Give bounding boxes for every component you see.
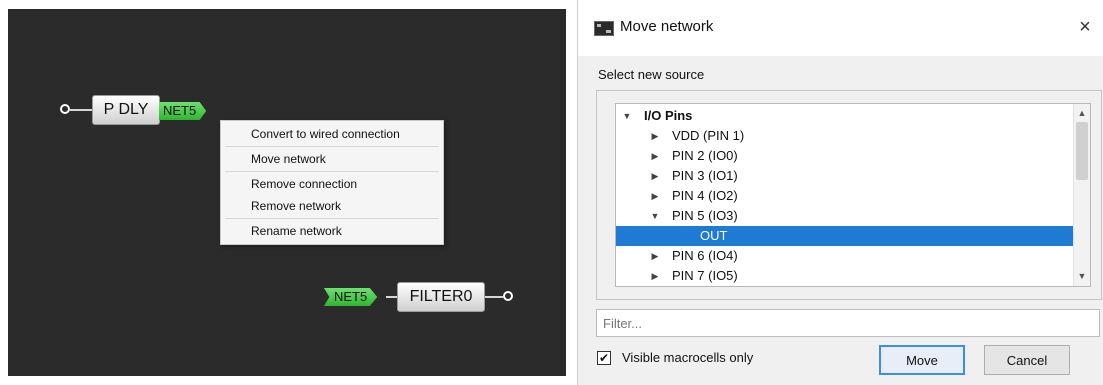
move-button[interactable]: Move	[879, 345, 965, 375]
scroll-up-icon[interactable]: ▲	[1074, 105, 1090, 121]
tree-item-vdd-pin1[interactable]: ▶ VDD (PIN 1)	[616, 126, 1073, 146]
tree-item-label: PIN 7 (IO5)	[672, 268, 738, 283]
app-chip-icon	[594, 21, 614, 36]
triangle-right-icon[interactable]: ▶	[650, 126, 660, 146]
tree-item-pin2[interactable]: ▶ PIN 2 (IO0)	[616, 146, 1073, 166]
wire	[485, 296, 503, 298]
tree-item-label: VDD (PIN 1)	[672, 128, 745, 143]
scroll-down-icon[interactable]: ▼	[1074, 268, 1090, 284]
close-icon[interactable]: ×	[1072, 14, 1098, 40]
tree-item-io-pins[interactable]: ▼ I/O Pins	[616, 106, 1073, 126]
triangle-right-icon[interactable]: ▶	[650, 146, 660, 166]
move-network-dialog: Move network × Select new source ▼ I/O P…	[577, 0, 1103, 385]
net-tag-label: NET5	[163, 103, 197, 118]
cancel-button[interactable]: Cancel	[984, 345, 1070, 375]
tree-frame: ▼ I/O Pins ▶ VDD (PIN 1) ▶ PIN 2 (IO0) ▶…	[596, 90, 1102, 300]
triangle-right-icon[interactable]: ▶	[650, 186, 660, 206]
tree-item-pin7[interactable]: ▶ PIN 7 (IO5)	[616, 266, 1073, 286]
tree-item-label: PIN 4 (IO2)	[672, 188, 738, 203]
vertical-scrollbar[interactable]: ▲ ▼	[1073, 104, 1090, 286]
output-pin-circle[interactable]	[503, 291, 513, 301]
triangle-right-icon[interactable]: ▶	[650, 166, 660, 186]
select-source-label: Select new source	[598, 67, 705, 82]
context-menu: Convert to wired connection Move network…	[220, 120, 444, 245]
visible-macrocells-checkbox[interactable]: ✔	[597, 351, 611, 365]
menu-item-convert-to-wired[interactable]: Convert to wired connection	[221, 123, 443, 145]
checkmark-icon: ✔	[598, 351, 610, 365]
menu-item-remove-connection[interactable]: Remove connection	[221, 173, 443, 195]
wire	[70, 109, 94, 111]
tree-item-label: PIN 3 (IO1)	[672, 168, 738, 183]
triangle-down-icon[interactable]: ▼	[622, 106, 632, 126]
menu-separator	[225, 218, 439, 219]
menu-separator	[225, 146, 439, 147]
dialog-titlebar: Move network ×	[578, 0, 1103, 56]
net-tag-net5-input[interactable]: NET5	[324, 288, 378, 306]
block-filter0[interactable]: FILTER0	[397, 282, 485, 312]
tree-item-label: PIN 5 (IO3)	[672, 208, 738, 223]
triangle-down-icon[interactable]: ▼	[650, 206, 660, 226]
schematic-canvas[interactable]: P DLY NET5 Convert to wired connection M…	[8, 9, 566, 376]
net-tag-net5[interactable]: NET5	[159, 102, 207, 120]
tree-item-pin6[interactable]: ▶ PIN 6 (IO4)	[616, 246, 1073, 266]
tree-item-pin5[interactable]: ▼ PIN 5 (IO3)	[616, 206, 1073, 226]
visible-macrocells-label: Visible macrocells only	[622, 350, 754, 365]
menu-item-rename-network[interactable]: Rename network	[221, 220, 443, 242]
tree-item-pin3[interactable]: ▶ PIN 3 (IO1)	[616, 166, 1073, 186]
tree-item-pin4[interactable]: ▶ PIN 4 (IO2)	[616, 186, 1073, 206]
triangle-right-icon[interactable]: ▶	[650, 246, 660, 266]
tree-item-out[interactable]: OUT	[616, 226, 1073, 246]
block-p-dly[interactable]: P DLY	[92, 95, 160, 125]
menu-item-move-network[interactable]: Move network	[221, 148, 443, 170]
menu-item-remove-network[interactable]: Remove network	[221, 195, 443, 217]
input-pin-circle[interactable]	[60, 104, 70, 114]
menu-separator	[225, 171, 439, 172]
tree-item-label: I/O Pins	[644, 108, 693, 123]
net-tag-label: NET5	[334, 289, 368, 304]
tree-item-label: OUT	[700, 228, 728, 243]
filter-input[interactable]	[596, 309, 1100, 337]
scrollbar-thumb[interactable]	[1076, 122, 1088, 180]
source-tree[interactable]: ▼ I/O Pins ▶ VDD (PIN 1) ▶ PIN 2 (IO0) ▶…	[615, 103, 1091, 287]
triangle-right-icon[interactable]: ▶	[650, 266, 660, 286]
dialog-title: Move network	[620, 18, 714, 35]
tree-item-label: PIN 6 (IO4)	[672, 248, 738, 263]
tree-item-label: PIN 2 (IO0)	[672, 148, 738, 163]
